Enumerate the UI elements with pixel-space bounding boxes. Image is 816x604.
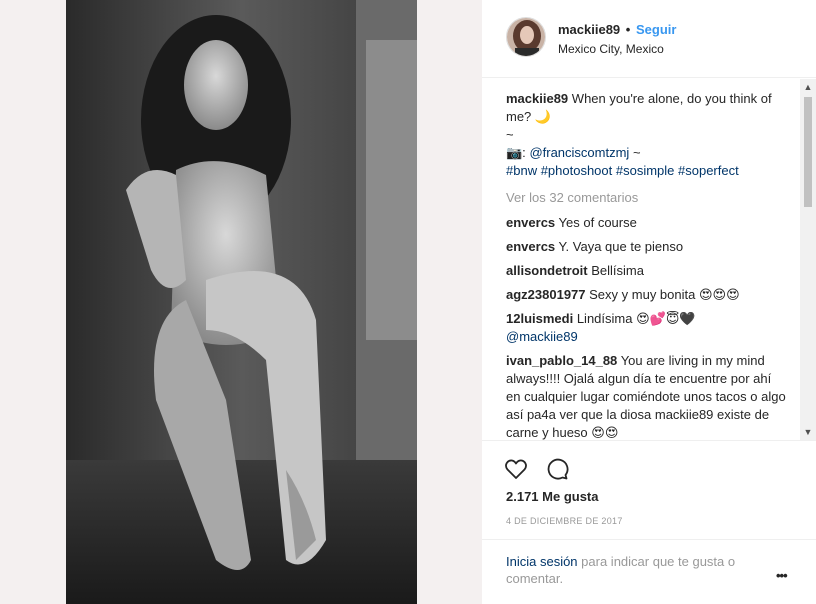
comment-username[interactable]: envercs [506, 215, 555, 230]
caption-username[interactable]: mackiie89 [506, 91, 568, 106]
view-all-comments-link[interactable]: Ver los 32 comentarios [506, 189, 786, 207]
photo-right-backdrop [417, 0, 482, 604]
caption: mackiie89 When you're alone, do you thin… [506, 90, 786, 180]
header-user-line: mackiie89 • Seguir [558, 22, 676, 37]
more-options-icon[interactable]: ••• [776, 568, 788, 583]
comment-item: envercs Yes of course [506, 214, 786, 232]
camera-icon: 📷: [506, 145, 526, 160]
avatar[interactable] [506, 17, 546, 57]
comment-username[interactable]: allisondetroit [506, 263, 588, 278]
comment-text: Bellísima [591, 263, 644, 278]
follow-button[interactable]: Seguir [636, 22, 676, 37]
comments-list: mackiie89 When you're alone, do you thin… [482, 79, 800, 440]
post-actions: 2.171 Me gusta 4 DE DICIEMBRE DE 2017 In… [482, 440, 816, 604]
comment-username[interactable]: envercs [506, 239, 555, 254]
comment-username[interactable]: ivan_pablo_14_88 [506, 353, 617, 368]
comment-item: agz23801977 Sexy y muy bonita 😍😍😍 [506, 286, 786, 304]
comment-username[interactable]: agz23801977 [506, 287, 586, 302]
comment-item: allisondetroit Bellísima [506, 262, 786, 280]
likes-count[interactable]: 2.171 Me gusta [506, 489, 599, 504]
comment-text: Lindísima 😍💕😇🖤 [576, 311, 696, 326]
comment-item: envercs Y. Vaya que te pienso [506, 238, 786, 256]
caption-tilde: ~ [506, 127, 514, 142]
comments-scrollbar[interactable]: ▲ ▼ [800, 79, 816, 440]
caption-hashtags[interactable]: #bnw #photoshoot #sosimple #soperfect [506, 163, 739, 178]
comment-icon[interactable] [545, 457, 569, 481]
post-details-panel: mackiie89 • Seguir Mexico City, Mexico m… [482, 0, 816, 604]
scroll-down-icon[interactable]: ▼ [800, 424, 816, 440]
comment-username[interactable]: 12luismedi [506, 311, 573, 326]
comment-mention[interactable]: @mackiie89 [506, 329, 578, 344]
location-link[interactable]: Mexico City, Mexico [558, 42, 664, 56]
comment-text: Sexy y muy bonita 😍😍😍 [589, 287, 740, 302]
heart-icon[interactable] [504, 457, 528, 481]
comment-text: Yes of course [558, 215, 637, 230]
comment-text: Y. Vaya que te pienso [558, 239, 684, 254]
scroll-up-icon[interactable]: ▲ [800, 79, 816, 95]
header-username[interactable]: mackiie89 [558, 22, 620, 37]
login-prompt: Inicia sesión para indicar que te gusta … [506, 553, 766, 587]
comment-item: 12luismedi Lindísima 😍💕😇🖤 @mackiie89 [506, 310, 786, 346]
post-photo[interactable] [66, 0, 417, 604]
caption-tilde-2: ~ [632, 145, 641, 160]
post-header: mackiie89 • Seguir Mexico City, Mexico [482, 0, 816, 78]
separator-dot: • [625, 22, 631, 37]
login-bar: Inicia sesión para indicar que te gusta … [482, 539, 816, 604]
post-date: 4 DE DICIEMBRE DE 2017 [506, 516, 623, 526]
photographer-mention[interactable]: @franciscomtzmj [529, 145, 629, 160]
login-link[interactable]: Inicia sesión [506, 554, 578, 569]
comment-item: ivan_pablo_14_88 You are living in my mi… [506, 352, 786, 440]
left-backdrop [0, 0, 66, 604]
scrollbar-thumb[interactable] [804, 97, 812, 207]
